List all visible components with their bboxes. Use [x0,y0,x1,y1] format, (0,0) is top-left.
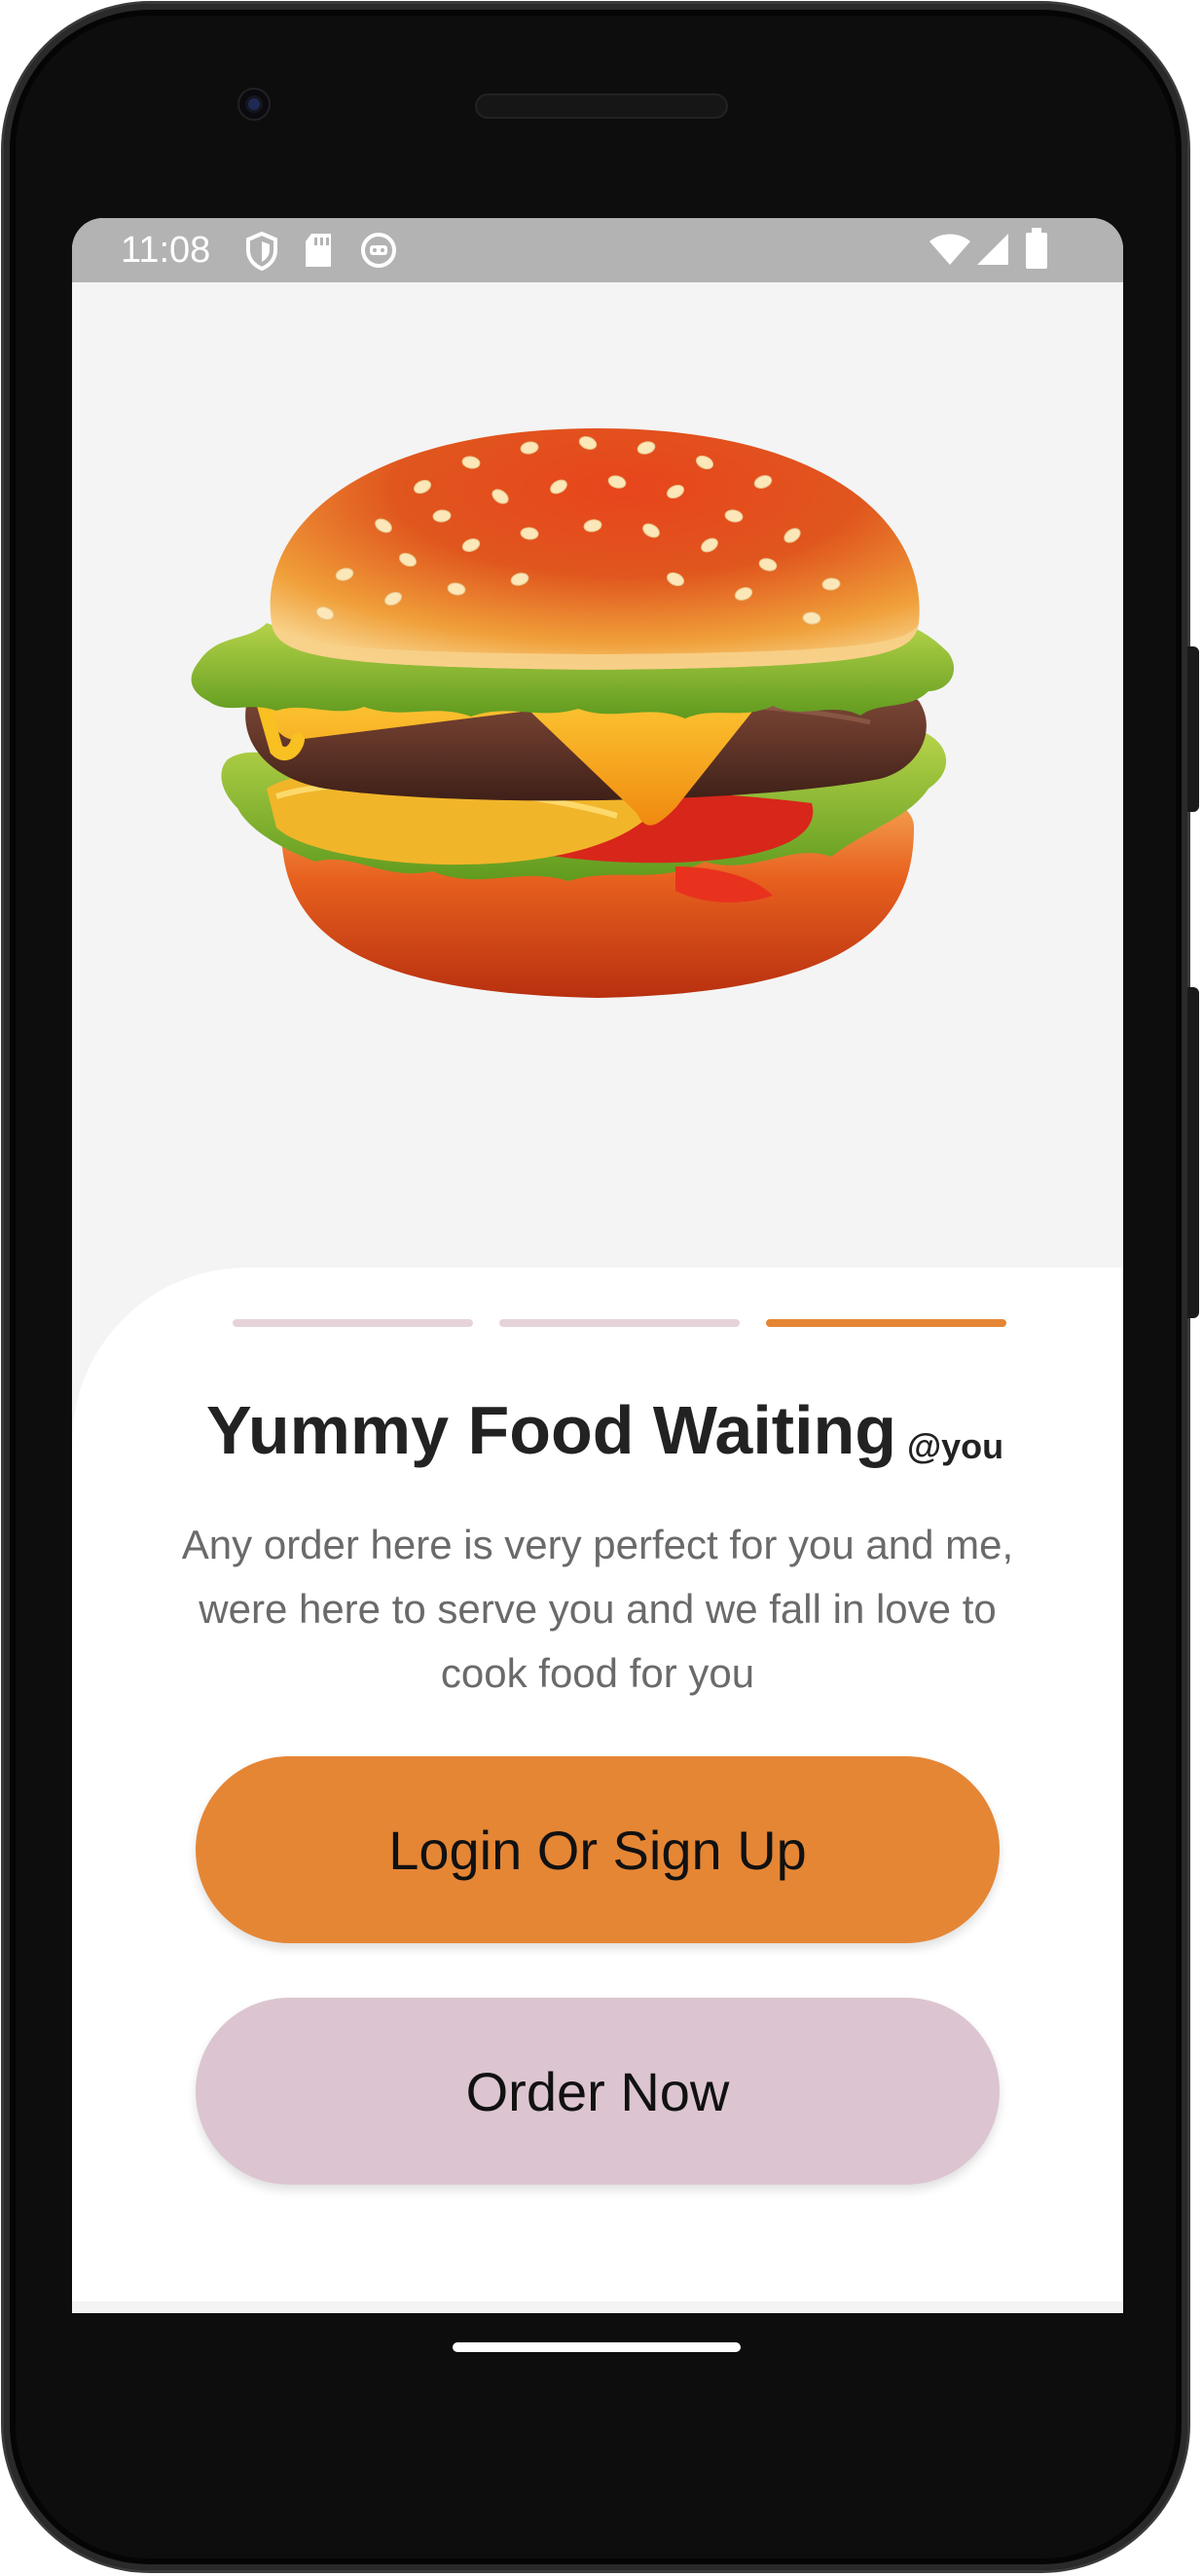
page-title: Yummy Food Waiting [206,1392,897,1468]
battery-icon [1026,228,1047,274]
bottom-divider [72,2301,1123,2313]
description-text: Any order here is very perfect for you a… [181,1522,1014,1696]
signal-icon [975,232,1010,272]
power-button [1187,646,1199,812]
hero-area [72,282,1123,1295]
shield-icon [245,231,278,276]
sd-card-icon [304,232,333,274]
earpiece-speaker [475,93,728,119]
app-screen: 11:08 Yummy Food Waiting @you Any order … [72,218,1123,2313]
status-time: 11:08 [121,230,211,271]
page-indicator-1[interactable] [233,1319,473,1327]
home-indicator[interactable] [453,2342,741,2352]
login-signup-button[interactable]: Login Or Sign Up [196,1756,1000,1943]
page-indicator-3-active[interactable] [766,1319,1006,1327]
volume-button [1187,987,1199,1318]
title-row: Yummy Food Waiting @you [72,1391,1123,1479]
title-handle: @you [907,1426,1004,1466]
front-camera [239,90,269,119]
wifi-icon [929,234,971,272]
status-bar: 11:08 [72,218,1123,282]
burger-image [191,428,955,998]
page-indicator-2[interactable] [499,1319,740,1327]
face-icon [360,232,397,274]
order-now-button[interactable]: Order Now [196,1998,1000,2185]
phone-frame: 11:08 Yummy Food Waiting @you Any order … [4,4,1199,2570]
